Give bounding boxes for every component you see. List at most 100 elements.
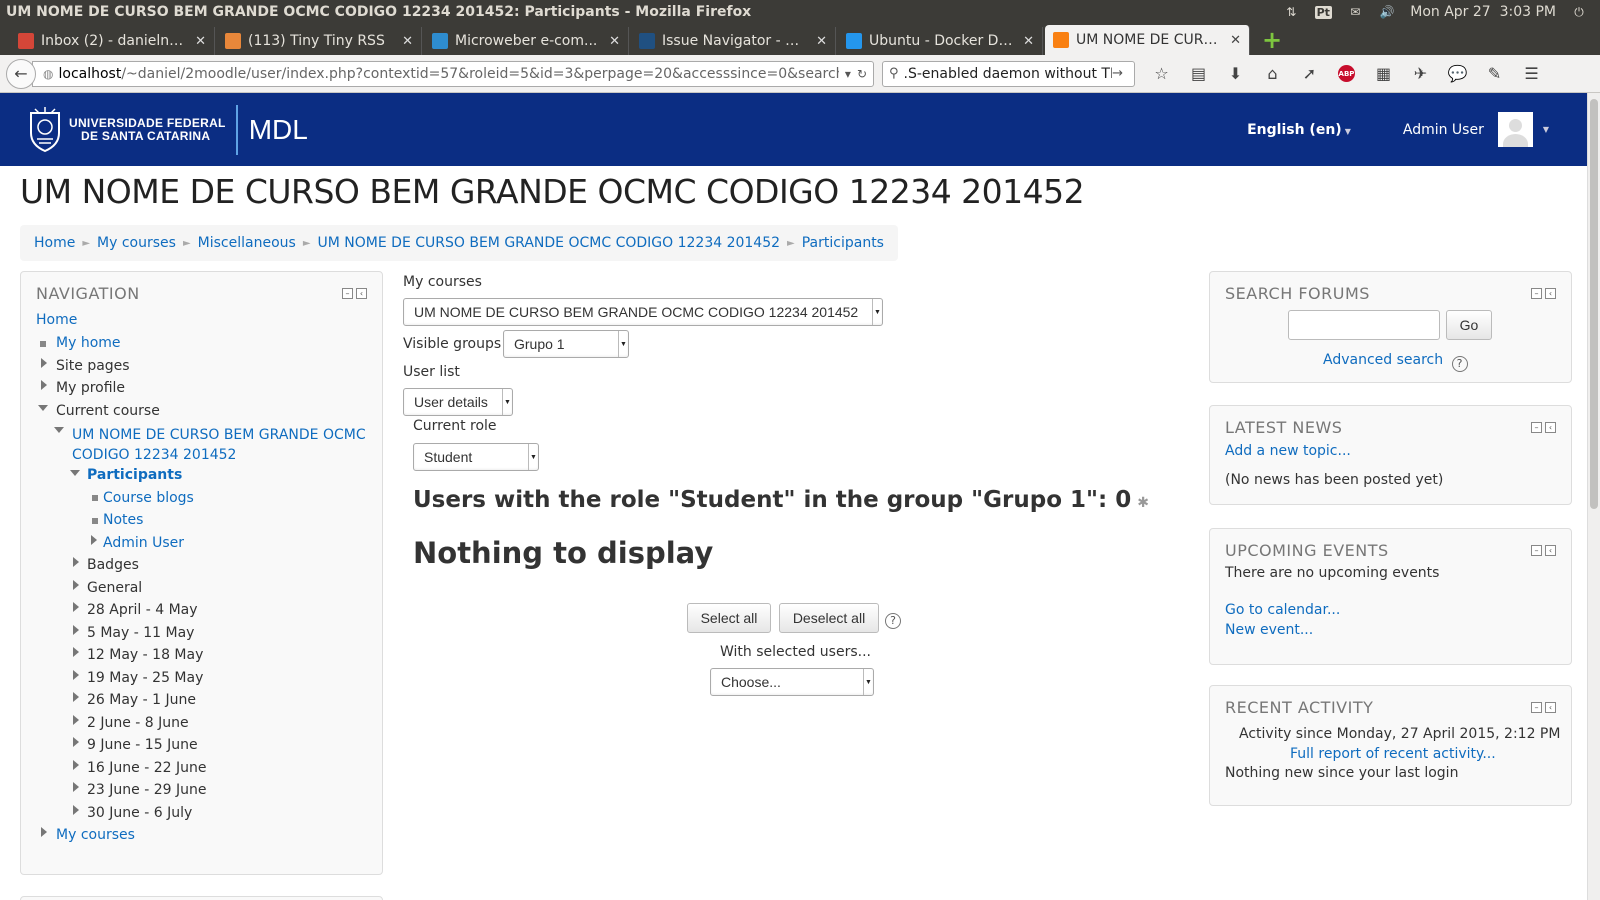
nav-course-blogs[interactable]: Course blogs [103, 490, 194, 506]
collapse-block-icon[interactable]: – [1531, 422, 1542, 433]
nav-current-course[interactable]: Current course [56, 403, 160, 419]
mail-icon[interactable]: ✉ [1346, 4, 1364, 20]
search-go-icon[interactable]: → [1112, 66, 1123, 81]
send-icon[interactable]: ➚ [1291, 61, 1328, 87]
expand-icon[interactable] [41, 358, 47, 368]
help-icon[interactable]: ? [1451, 356, 1468, 372]
close-tab-icon[interactable]: ✕ [816, 34, 827, 49]
expand-icon[interactable] [73, 602, 79, 612]
nav-badges[interactable]: Badges [87, 557, 139, 573]
nav-week-8[interactable]: 16 June - 22 June [87, 760, 206, 776]
adblock-icon[interactable]: ABP [1328, 61, 1365, 87]
breadcrumb-home[interactable]: Home [34, 235, 75, 251]
extension-icon[interactable]: ✈ [1402, 61, 1439, 87]
tools-icon[interactable]: ✎ [1476, 61, 1513, 87]
reload-icon[interactable]: ↻ [857, 67, 867, 81]
chat-icon[interactable]: 💬 [1439, 61, 1476, 87]
nav-week-4[interactable]: 19 May - 25 May [87, 670, 203, 686]
nav-site-pages[interactable]: Site pages [56, 358, 130, 374]
browser-tab[interactable]: Inbox (2) - danielnei... ✕ [10, 27, 215, 55]
user-list-select[interactable]: User details ▼ [403, 388, 513, 416]
nav-notes[interactable]: Notes [103, 512, 143, 528]
home-icon[interactable]: ⌂ [1254, 61, 1291, 87]
go-to-calendar-link[interactable]: Go to calendar... [1225, 602, 1340, 618]
deselect-all-button[interactable]: Deselect all [779, 603, 879, 633]
keyboard-layout-indicator[interactable]: Pt [1314, 4, 1332, 20]
with-selected-select[interactable]: Choose... ▼ [710, 668, 874, 696]
add-topic-link[interactable]: Add a new topic... [1225, 443, 1351, 459]
expand-icon[interactable] [73, 647, 79, 657]
page-scrollbar[interactable] [1587, 93, 1600, 900]
site-identity-icon[interactable]: ◍ [43, 67, 53, 81]
download-icon[interactable]: ⬇ [1217, 61, 1254, 87]
nav-week-9[interactable]: 23 June - 29 June [87, 782, 206, 798]
nav-week-2[interactable]: 5 May - 11 May [87, 625, 194, 641]
nav-course[interactable]: UM NOME DE CURSO BEM GRANDE OCMC CODIGO 1… [72, 427, 366, 463]
my-courses-select[interactable]: UM NOME DE CURSO BEM GRANDE OCMC CODIGO … [403, 298, 883, 326]
browser-tab[interactable]: Microweber e-com... ✕ [424, 27, 629, 55]
new-event-link[interactable]: New event... [1225, 622, 1313, 638]
nav-my-courses[interactable]: My courses [56, 827, 135, 843]
power-icon[interactable]: ⏻ [1570, 4, 1588, 20]
visible-groups-select[interactable]: Grupo 1 ▼ [503, 330, 629, 358]
forum-search-input[interactable] [1288, 310, 1440, 340]
expand-icon[interactable] [73, 715, 79, 725]
browser-tab[interactable]: Ubuntu - Docker Doc... ✕ [838, 27, 1043, 55]
university-logo[interactable]: UNIVERSIDADE FEDERAL DE SANTA CATARINA [0, 106, 226, 153]
back-button[interactable]: ← [6, 58, 36, 89]
volume-icon[interactable]: 🔊 [1378, 4, 1396, 20]
advanced-search-link[interactable]: Advanced search [1323, 352, 1443, 368]
nav-my-profile[interactable]: My profile [56, 380, 125, 396]
expand-icon[interactable] [73, 670, 79, 680]
collapse-block-icon[interactable]: – [1531, 702, 1542, 713]
current-role-select[interactable]: Student ▼ [413, 443, 539, 471]
forum-search-go-button[interactable]: Go [1446, 310, 1492, 340]
expand-icon[interactable] [73, 580, 79, 590]
expand-icon[interactable] [73, 557, 79, 567]
dock-block-icon[interactable]: ‹ [1545, 702, 1556, 713]
collapse-block-icon[interactable]: – [342, 288, 353, 299]
expand-icon[interactable] [73, 692, 79, 702]
nav-week-3[interactable]: 12 May - 18 May [87, 647, 203, 663]
nav-general[interactable]: General [87, 580, 142, 596]
history-dropdown-icon[interactable]: ▾ [845, 67, 851, 81]
expand-icon[interactable] [41, 380, 47, 390]
close-tab-icon[interactable]: ✕ [1230, 33, 1241, 48]
expand-icon[interactable] [73, 805, 79, 815]
close-tab-icon[interactable]: ✕ [609, 34, 620, 49]
browser-tab[interactable]: UM NOME DE CURS... ✕ [1045, 25, 1250, 55]
apps-grid-icon[interactable]: ▦ [1365, 61, 1402, 87]
expand-icon[interactable] [73, 625, 79, 635]
breadcrumb-participants[interactable]: Participants [802, 235, 884, 251]
close-tab-icon[interactable]: ✕ [1023, 34, 1034, 49]
collapse-icon[interactable] [70, 470, 80, 476]
collapse-icon[interactable] [38, 405, 48, 411]
menu-icon[interactable]: ☰ [1513, 61, 1550, 87]
nav-week-10[interactable]: 30 June - 6 July [87, 805, 192, 821]
dock-block-icon[interactable]: ‹ [356, 288, 367, 299]
url-bar[interactable]: ◍ localhost/~daniel/2moodle/user/index.p… [32, 60, 874, 87]
collapse-block-icon[interactable]: – [1531, 545, 1542, 556]
nav-week-6[interactable]: 2 June - 8 June [87, 715, 189, 731]
dock-block-icon[interactable]: ‹ [1545, 545, 1556, 556]
close-tab-icon[interactable]: ✕ [195, 34, 206, 49]
breadcrumb-course[interactable]: UM NOME DE CURSO BEM GRANDE OCMC CODIGO … [318, 235, 781, 251]
select-all-button[interactable]: Select all [687, 603, 771, 633]
browser-tab[interactable]: Issue Navigator - Mo... ✕ [631, 27, 836, 55]
nav-week-1[interactable]: 28 April - 4 May [87, 602, 198, 618]
breadcrumb-my-courses[interactable]: My courses [97, 235, 176, 251]
reading-list-icon[interactable]: ▤ [1180, 61, 1217, 87]
site-name[interactable]: MDL [249, 114, 308, 146]
dock-block-icon[interactable]: ‹ [1545, 422, 1556, 433]
nav-participants[interactable]: Participants [87, 467, 182, 483]
network-transfer-icon[interactable]: ⇅ [1282, 4, 1300, 20]
full-report-link[interactable]: Full report of recent activity... [1290, 746, 1496, 762]
bookmark-star-icon[interactable]: ☆ [1143, 61, 1180, 87]
dock-block-icon[interactable]: ‹ [1545, 288, 1556, 299]
browser-search-box[interactable]: ⚲ .S-enabled daemon without TLS? → [882, 60, 1135, 87]
user-menu[interactable]: Admin User ▼ [1403, 112, 1549, 147]
nav-week-7[interactable]: 9 June - 15 June [87, 737, 198, 753]
nav-home[interactable]: Home [36, 312, 77, 328]
collapse-block-icon[interactable]: – [1531, 288, 1542, 299]
nav-week-5[interactable]: 26 May - 1 June [87, 692, 196, 708]
